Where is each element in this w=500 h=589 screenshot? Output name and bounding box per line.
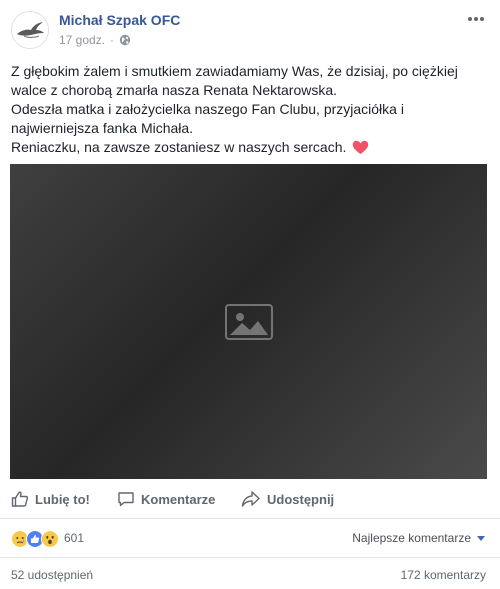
post-meta: 17 godz. · — [59, 33, 131, 47]
comment-label: Komentarze — [141, 491, 216, 507]
post-message: Z głębokim żalem i smutkiem zawiadamiamy… — [11, 62, 481, 160]
comment-sort-label: Najlepsze komentarze — [352, 531, 471, 545]
post-photo[interactable] — [10, 164, 487, 479]
share-label: Udostępnij — [267, 491, 335, 507]
heart-emoji-icon — [352, 140, 369, 160]
page-name-link[interactable]: Michał Szpak OFC — [59, 12, 180, 28]
comment-button[interactable]: Komentarze — [117, 479, 215, 519]
post-text-line-last: Reniaczku, na zawsze zostaniesz w naszyc… — [11, 138, 481, 160]
post-card: Michał Szpak OFC 17 godz. · Z głębokim ż… — [0, 0, 500, 589]
thumbs-up-icon — [11, 491, 29, 507]
photo-placeholder-icon — [224, 303, 273, 340]
globe-icon[interactable] — [119, 34, 131, 46]
reactions-bar: 601 Najlepsze komentarze — [0, 520, 500, 558]
like-button[interactable]: Lubię to! — [11, 479, 90, 519]
more-dots-icon[interactable] — [465, 10, 487, 28]
post-actions-bar: Lubię to! Komentarze Udostępnij — [0, 479, 500, 519]
share-button[interactable]: Udostępnij — [241, 479, 334, 519]
meta-separator: · — [110, 33, 115, 47]
post-stats: 52 udostępnień 172 komentarzy — [0, 558, 500, 589]
post-text-line: Odeszła matka i założycielka naszego Fan… — [11, 101, 404, 136]
post-text-line: Z głębokim żalem i smutkiem zawiadamiamy… — [11, 63, 458, 98]
bird-logo-icon — [12, 12, 48, 48]
post-timestamp[interactable]: 17 godz. — [59, 33, 105, 47]
caret-down-icon — [477, 535, 485, 541]
shares-count-link[interactable]: 52 udostępnień — [11, 568, 93, 582]
comment-sort-dropdown[interactable]: Najlepsze komentarze — [352, 531, 485, 545]
reaction-icons[interactable] — [11, 530, 59, 548]
post-header: Michał Szpak OFC 17 godz. · — [0, 0, 500, 54]
comments-count-link[interactable]: 172 komentarzy — [401, 568, 486, 582]
page-avatar[interactable] — [11, 11, 49, 49]
like-label: Lubię to! — [35, 491, 90, 507]
comment-bubble-icon — [118, 492, 134, 507]
reaction-count[interactable]: 601 — [64, 531, 84, 545]
wow-reaction-icon — [41, 530, 59, 548]
share-arrow-icon — [241, 491, 260, 507]
